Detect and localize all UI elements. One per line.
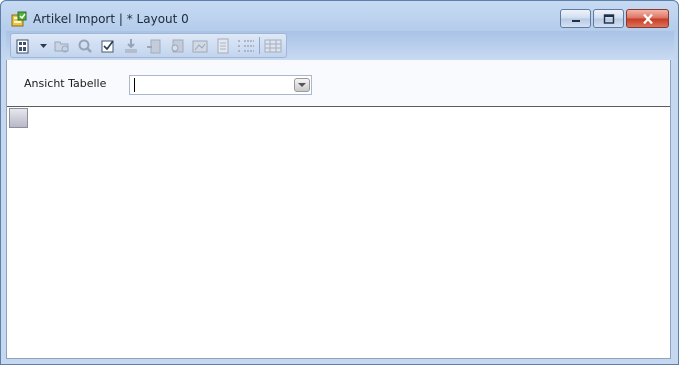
view-table-combo[interactable] (129, 75, 312, 95)
checkbox-icon[interactable] (99, 36, 118, 55)
chevron-down-icon (298, 83, 306, 87)
combo-dropdown-button[interactable] (294, 78, 310, 92)
dropdown-arrow-icon[interactable] (37, 36, 51, 55)
toolbar (10, 33, 287, 58)
import-icon[interactable] (122, 36, 141, 55)
app-table-icon (11, 11, 27, 27)
minimize-icon (571, 19, 580, 22)
close-icon (642, 13, 653, 24)
list-settings-icon[interactable] (236, 36, 255, 55)
find-icon[interactable] (167, 36, 186, 55)
maximize-button[interactable] (593, 9, 624, 28)
toolbar-separator (259, 37, 261, 54)
window-title: Artikel Import | * Layout 0 (33, 12, 189, 26)
export-icon[interactable] (145, 36, 164, 55)
minimize-button[interactable] (560, 9, 591, 28)
content-area: Ansicht Tabelle (6, 60, 671, 359)
grid-corner-header[interactable] (9, 108, 28, 128)
close-button[interactable] (626, 9, 669, 28)
image-edit-icon[interactable] (190, 36, 209, 55)
data-grid[interactable] (7, 107, 670, 358)
filter-bar: Ansicht Tabelle (7, 60, 670, 107)
view-table-combo-value[interactable] (134, 78, 136, 92)
columns-icon[interactable] (263, 36, 282, 55)
toolbar-strip (6, 31, 674, 60)
view-table-label: Ansicht Tabelle (24, 77, 107, 90)
view-icon[interactable] (14, 36, 33, 55)
application-window: Artikel Import | * Layout 0 Ansicht Tabe… (0, 0, 679, 365)
caption-buttons (558, 9, 669, 28)
maximize-icon (603, 13, 614, 24)
search-icon[interactable] (76, 36, 95, 55)
document-icon[interactable] (213, 36, 232, 55)
open-folder-icon[interactable] (53, 36, 72, 55)
title-bar[interactable]: Artikel Import | * Layout 0 (1, 1, 678, 31)
